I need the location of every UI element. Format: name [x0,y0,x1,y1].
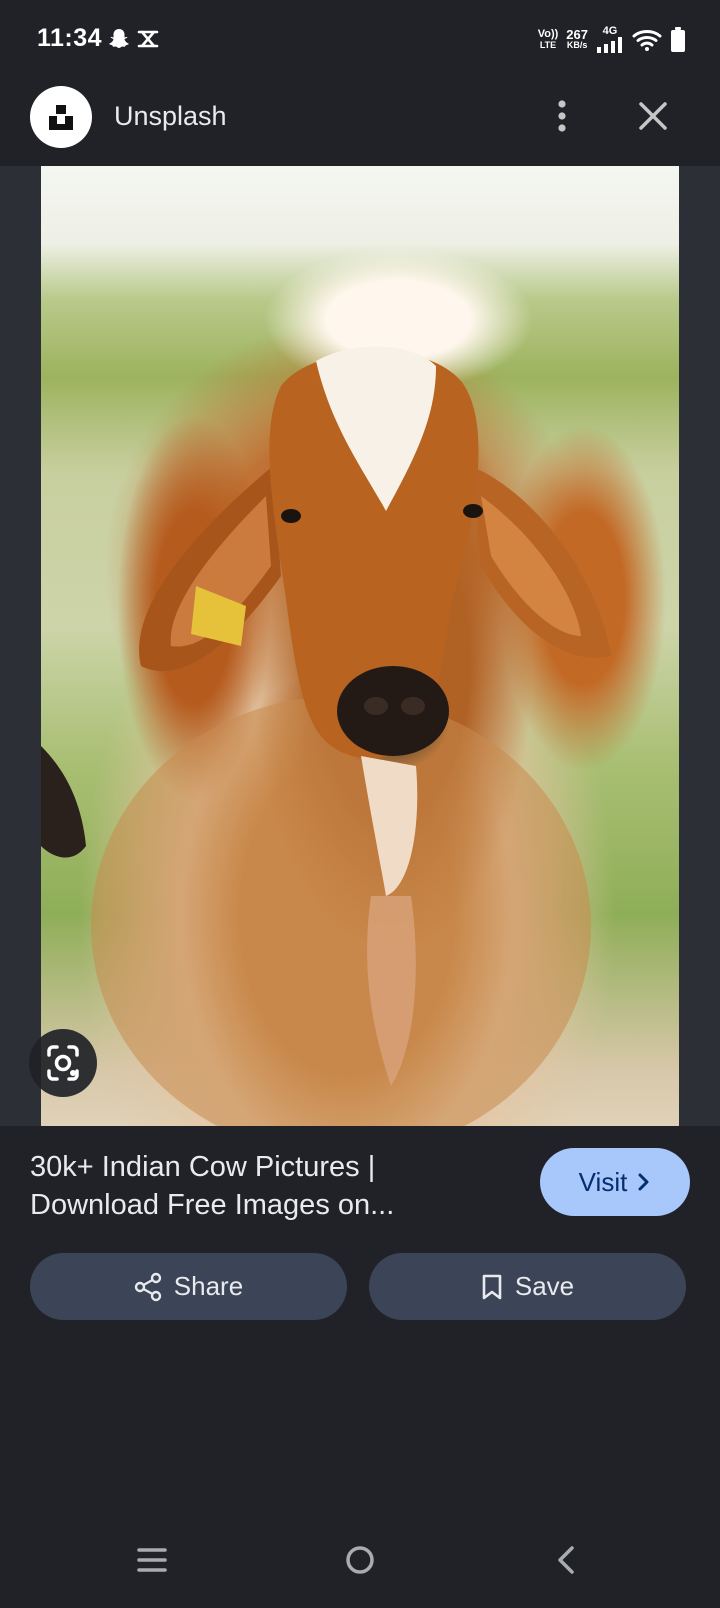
cow-illustration [41,346,611,1126]
screen: 11:34 Vo)) LTE 267 KB/s 4G Unsplash 30k+… [0,0,720,1608]
system-nav-bar [0,1518,720,1608]
status-time: 11:34 [37,24,103,52]
mobile-data-label: 4G [602,25,618,37]
header-bar: Unsplash [0,82,720,166]
visit-label: Visit [578,1166,628,1197]
site-logo[interactable] [30,86,92,148]
bookmark-icon [482,1274,502,1299]
unsplash-logo-icon [49,105,73,130]
visit-button[interactable]: Visit [540,1148,690,1216]
preview-image[interactable] [41,166,679,1126]
home-icon [346,1546,374,1574]
recent-apps-button[interactable] [130,1538,174,1582]
back-icon [558,1546,574,1574]
battery-icon [671,26,685,52]
recent-apps-icon [137,1548,167,1572]
more-options-button[interactable] [546,96,578,136]
wifi-icon [632,29,662,51]
notification-icon [137,30,159,48]
network-speed: 267 KB/s [566,26,588,51]
share-icon [134,1272,161,1301]
back-button[interactable] [545,1538,589,1582]
status-right-icons: Vo)) LTE 267 KB/s 4G [538,26,686,53]
signal-icon [597,37,622,53]
home-button[interactable] [338,1538,382,1582]
result-title-line2: Download Free Images on... [30,1189,395,1221]
volte-line1: Vo)) [537,27,559,40]
status-bar: 11:34 Vo)) LTE 267 KB/s 4G [0,0,720,82]
image-viewer [0,166,720,1126]
mobile-signal: 4G [596,26,624,53]
share-button[interactable]: Share [30,1253,347,1320]
google-lens-button[interactable] [29,1029,97,1097]
status-left-icons [109,28,159,50]
result-title-line1: 30k+ Indian Cow Pictures | [30,1151,376,1183]
more-vert-icon [558,100,566,132]
save-label: Save [514,1271,575,1301]
share-label: Share [173,1271,244,1301]
close-icon [639,102,667,130]
speed-unit: KB/s [566,39,588,50]
volte-line2: LTE [539,39,557,50]
result-title[interactable]: 30k+ Indian Cow Pictures | Download Free… [30,1148,500,1224]
snapchat-icon [109,29,129,48]
chevron-right-icon [638,1173,649,1191]
volte-indicator: Vo)) LTE [537,27,559,51]
close-button[interactable] [633,96,673,136]
save-button[interactable]: Save [369,1253,686,1320]
google-lens-icon [47,1045,79,1081]
site-name[interactable]: Unsplash [114,101,227,132]
speed-value: 267 [566,26,588,42]
